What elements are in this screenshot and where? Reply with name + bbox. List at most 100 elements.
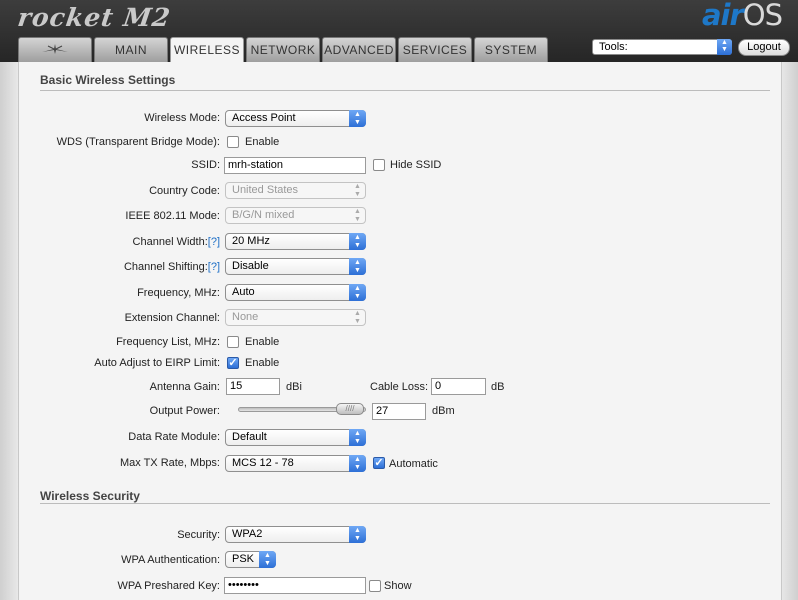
show-key-checkbox[interactable] xyxy=(369,580,381,592)
country-code-select[interactable]: United States ▲ ▼ xyxy=(225,182,366,199)
channel-shifting-label-text: Channel Shifting: xyxy=(123,261,208,273)
chevron-updown-icon: ▲ ▼ xyxy=(349,284,366,301)
extension-channel-label: Extension Channel: xyxy=(124,312,220,324)
wireless-mode-select[interactable]: Access Point ▲ ▼ xyxy=(225,110,366,127)
tab-ubiquiti-logo[interactable] xyxy=(18,37,92,62)
frequency-list-enable-label: Enable xyxy=(245,336,280,348)
wpa-auth-label: WPA Authentication: xyxy=(121,554,220,566)
channel-shifting-select[interactable]: Disable ▲ ▼ xyxy=(225,258,366,275)
chevron-updown-icon: ▲ ▼ xyxy=(349,526,366,543)
tab-system[interactable]: SYSTEM xyxy=(474,37,548,62)
chevron-updown-icon: ▲ ▼ xyxy=(349,233,366,250)
wpa-auth-value: PSK xyxy=(232,553,255,565)
channel-width-value: 20 MHz xyxy=(232,235,270,247)
antenna-gain-unit: dBi xyxy=(286,381,302,393)
security-select[interactable]: WPA2 ▲ ▼ xyxy=(225,526,366,543)
tab-network[interactable]: NETWORK xyxy=(246,37,320,62)
hide-ssid-checkbox[interactable] xyxy=(373,159,385,171)
security-label: Security: xyxy=(177,529,220,541)
chevron-updown-icon: ▲ ▼ xyxy=(354,183,361,198)
frequency-select[interactable]: Auto ▲ ▼ xyxy=(225,284,366,301)
frequency-label: Frequency, MHz: xyxy=(137,287,220,299)
country-code-label: Country Code: xyxy=(149,185,220,197)
chevron-updown-icon: ▲ ▼ xyxy=(717,39,732,55)
auto-adjust-label: Auto Adjust to EIRP Limit: xyxy=(94,357,220,369)
section-title-security: Wireless Security xyxy=(40,489,140,503)
wireless-mode-label: Wireless Mode: xyxy=(144,112,220,124)
chevron-updown-icon: ▲ ▼ xyxy=(354,208,361,223)
ieee-mode-label: IEEE 802.11 Mode: xyxy=(125,210,220,222)
ssid-input[interactable]: mrh-station xyxy=(224,157,366,174)
channel-width-help-link[interactable]: [?] xyxy=(208,236,220,248)
section-divider xyxy=(40,90,770,91)
cable-loss-unit: dB xyxy=(491,381,505,393)
channel-width-label: Channel Width:[?] xyxy=(133,236,220,248)
antenna-gain-label: Antenna Gain: xyxy=(149,381,220,393)
wds-enable-label: Enable xyxy=(245,136,280,148)
extension-channel-select[interactable]: None ▲ ▼ xyxy=(225,309,366,326)
tab-services[interactable]: SERVICES xyxy=(398,37,472,62)
section-title-basic: Basic Wireless Settings xyxy=(40,73,176,87)
country-code-value: United States xyxy=(232,184,299,196)
brand-logo: airOS xyxy=(701,0,783,32)
chevron-updown-icon: ▲ ▼ xyxy=(354,310,361,325)
data-rate-module-label: Data Rate Module: xyxy=(128,431,220,443)
channel-shifting-help-link[interactable]: [?] xyxy=(208,261,220,273)
brand-logo-os: OS xyxy=(742,0,783,32)
frequency-list-checkbox[interactable] xyxy=(227,336,239,348)
chevron-updown-icon: ▲ ▼ xyxy=(259,551,276,568)
max-tx-rate-label: Max TX Rate, Mbps: xyxy=(119,457,220,469)
hide-ssid-label: Hide SSID xyxy=(390,159,442,171)
security-value: WPA2 xyxy=(232,528,263,540)
output-power-slider-thumb[interactable]: //// xyxy=(336,403,364,415)
data-rate-module-select[interactable]: Default ▲ ▼ xyxy=(225,429,366,446)
tools-select[interactable]: Tools: ▲ ▼ xyxy=(592,39,732,55)
show-key-label: Show xyxy=(384,580,412,592)
data-rate-module-value: Default xyxy=(232,431,267,443)
wireless-mode-value: Access Point xyxy=(232,112,296,124)
output-power-input[interactable]: 27 xyxy=(372,403,426,420)
frequency-value: Auto xyxy=(232,286,255,298)
extension-channel-value: None xyxy=(232,311,259,323)
brand-logo-air: air xyxy=(701,0,744,32)
product-logo: rocket M2 xyxy=(15,3,173,32)
tab-advanced[interactable]: ADVANCED xyxy=(322,37,396,62)
channel-shifting-value: Disable xyxy=(232,260,269,272)
wds-enable-checkbox[interactable] xyxy=(227,136,239,148)
cable-loss-label: Cable Loss: xyxy=(370,381,429,393)
ubiquiti-logo-icon xyxy=(42,44,68,54)
section-divider xyxy=(40,503,770,504)
right-frame xyxy=(781,62,798,600)
left-frame xyxy=(0,62,18,600)
wpa-key-input[interactable]: •••••••• xyxy=(224,577,366,594)
chevron-updown-icon: ▲ ▼ xyxy=(349,110,366,127)
auto-adjust-checkbox[interactable]: ✓ xyxy=(227,357,239,369)
output-power-unit: dBm xyxy=(432,405,455,417)
wpa-auth-select[interactable]: PSK ▲ ▼ xyxy=(225,551,276,568)
chevron-updown-icon: ▲ ▼ xyxy=(349,455,366,472)
channel-shifting-label: Channel Shifting:[?] xyxy=(124,261,220,273)
max-tx-automatic-checkbox[interactable]: ✓ xyxy=(373,457,385,469)
cable-loss-input[interactable]: 0 xyxy=(431,378,486,395)
ieee-mode-value: B/G/N mixed xyxy=(232,209,295,221)
channel-width-label-text: Channel Width: xyxy=(132,236,208,248)
channel-width-select[interactable]: 20 MHz ▲ ▼ xyxy=(225,233,366,250)
ssid-label: SSID: xyxy=(191,159,220,171)
auto-adjust-enable-label: Enable xyxy=(245,357,280,369)
chevron-updown-icon: ▲ ▼ xyxy=(349,258,366,275)
max-tx-rate-value: MCS 12 - 78 xyxy=(232,457,294,469)
top-header: rocket M2 airOS MAIN WIRELESS NETWORK AD… xyxy=(0,0,798,63)
output-power-label: Output Power: xyxy=(149,405,220,417)
max-tx-automatic-label: Automatic xyxy=(389,458,438,470)
wpa-key-label: WPA Preshared Key: xyxy=(117,580,220,592)
logout-button[interactable]: Logout xyxy=(738,39,790,56)
antenna-gain-input[interactable]: 15 xyxy=(226,378,280,395)
max-tx-rate-select[interactable]: MCS 12 - 78 ▲ ▼ xyxy=(225,455,366,472)
wds-label: WDS (Transparent Bridge Mode): xyxy=(56,136,220,148)
tab-main[interactable]: MAIN xyxy=(94,37,168,62)
frequency-list-label: Frequency List, MHz: xyxy=(116,336,220,348)
tab-wireless[interactable]: WIRELESS xyxy=(170,37,244,63)
tools-select-value: Tools: xyxy=(599,41,628,53)
ieee-mode-select[interactable]: B/G/N mixed ▲ ▼ xyxy=(225,207,366,224)
chevron-updown-icon: ▲ ▼ xyxy=(349,429,366,446)
